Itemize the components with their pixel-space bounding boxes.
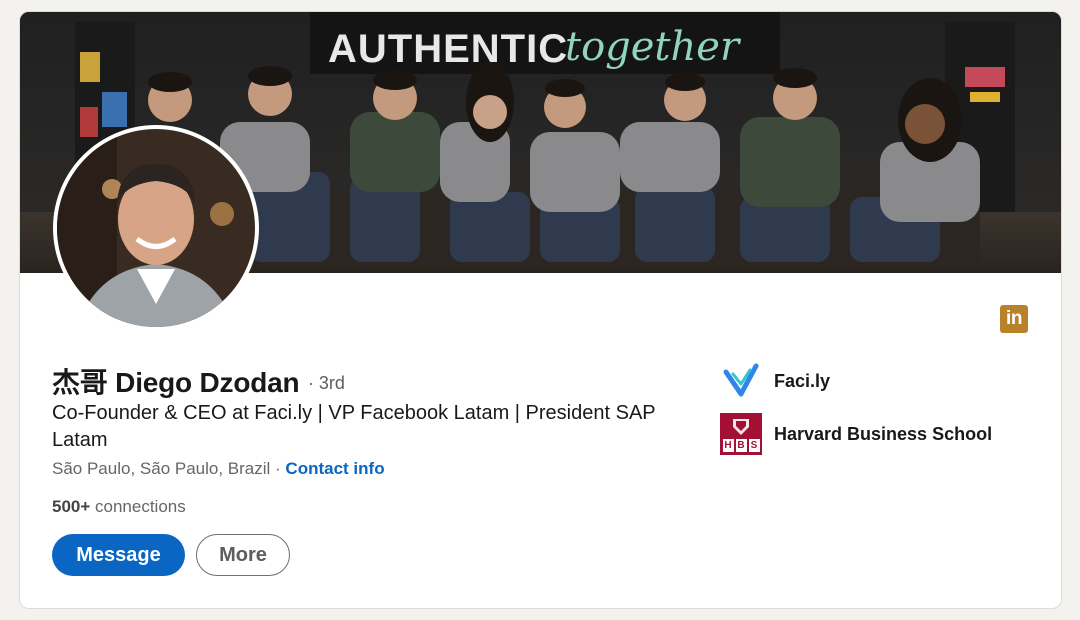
linkedin-icon[interactable]: in [1000, 305, 1028, 333]
message-button[interactable]: Message [52, 534, 185, 576]
profile-card: AUTHENTIC together in 杰哥 Diego Dzodan · … [19, 11, 1062, 609]
hbs-logo-icon: H B S [720, 413, 762, 455]
location-row: São Paulo, São Paulo, Brazil · Contact i… [52, 459, 385, 479]
connection-degree: · 3rd [307, 373, 345, 393]
banner-text-right: together [565, 24, 742, 70]
org-item-faci[interactable]: Faci.ly [720, 360, 830, 402]
faci-logo-icon [720, 360, 762, 402]
avatar[interactable] [53, 125, 259, 331]
location-separator: · [270, 459, 286, 478]
profile-location: São Paulo, São Paulo, Brazil [52, 459, 271, 478]
avatar-photo [57, 129, 255, 327]
connections-number: 500+ [52, 497, 91, 516]
profile-name-row: 杰哥 Diego Dzodan · 3rd [52, 361, 345, 401]
profile-name: 杰哥 Diego Dzodan [52, 367, 300, 398]
org-name-hbs: Harvard Business School [774, 423, 993, 444]
connections-count[interactable]: 500+ connections [52, 497, 186, 517]
banner-text-left: AUTHENTIC [328, 27, 568, 71]
connections-label: connections [90, 497, 186, 516]
more-button[interactable]: More [196, 534, 290, 576]
contact-info-link[interactable]: Contact info [285, 459, 384, 478]
org-name-faci: Faci.ly [774, 370, 831, 391]
org-item-hbs[interactable]: H B S Harvard Business School [720, 413, 992, 455]
profile-headline: Co-Founder & CEO at Faci.ly | VP Faceboo… [52, 402, 656, 451]
